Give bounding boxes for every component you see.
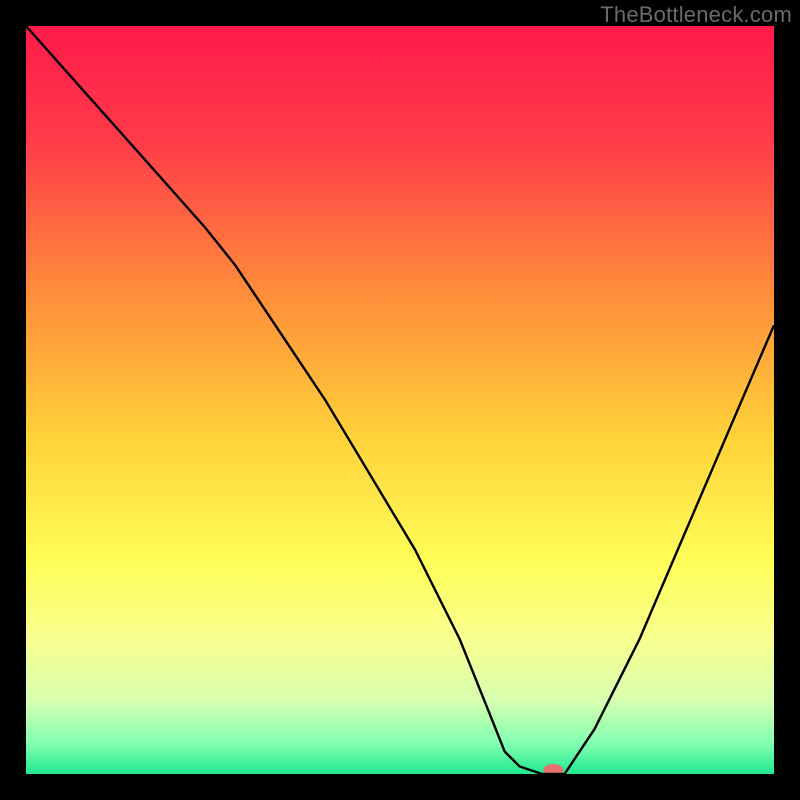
gradient-background [26, 26, 774, 774]
chart-svg [26, 26, 774, 774]
watermark-text: TheBottleneck.com [600, 2, 792, 28]
plot-area [26, 26, 774, 774]
chart-container: TheBottleneck.com [0, 0, 800, 800]
